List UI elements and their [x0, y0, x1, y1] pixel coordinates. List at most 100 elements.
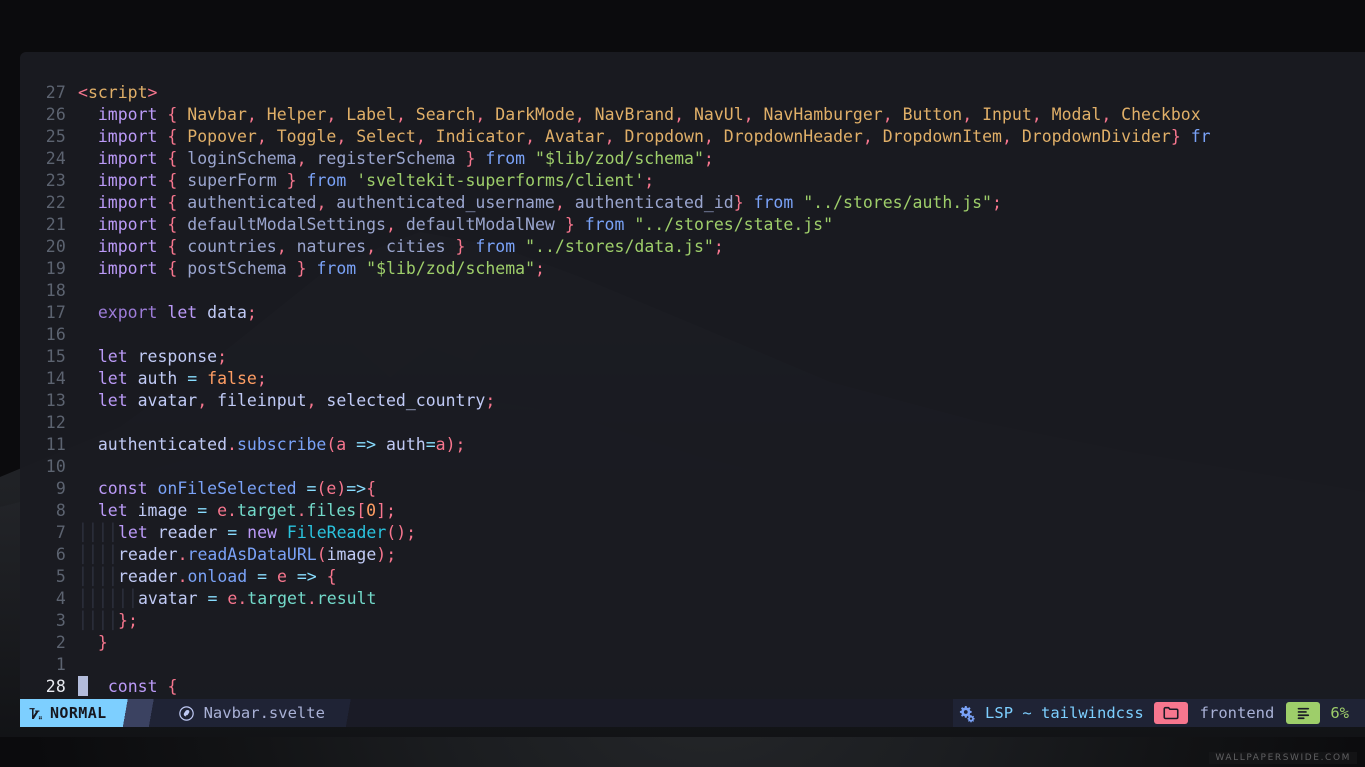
- code-token: }: [465, 149, 476, 168]
- code-line[interactable]: 4 ││││││avatar = e.target.result: [20, 588, 1365, 610]
- code-line[interactable]: 26 import { Navbar, Helper, Label, Searc…: [20, 104, 1365, 126]
- code-content: import { Popover, Toggle, Select, Indica…: [78, 126, 1365, 148]
- current-code-line[interactable]: 28 const {: [20, 676, 1365, 698]
- code-token: ,: [604, 127, 615, 146]
- indent-guide: │: [78, 611, 88, 630]
- code-line[interactable]: 22 import { authenticated, authenticated…: [20, 192, 1365, 214]
- indent-guide: │: [98, 545, 108, 564]
- code-token: =: [306, 479, 317, 498]
- code-line[interactable]: 24 import { loginSchema, registerSchema …: [20, 148, 1365, 170]
- code-token: Label: [336, 105, 396, 124]
- indent-guide: │: [98, 523, 108, 542]
- code-token: import: [97, 215, 158, 234]
- code-token: NavBrand: [584, 105, 675, 124]
- line-number: 9: [55, 479, 66, 498]
- code-line[interactable]: 5 ││││reader.onload = e => {: [20, 566, 1365, 588]
- code-line[interactable]: 13 let avatar, fileinput, selected_count…: [20, 390, 1365, 412]
- code-token: >: [147, 83, 158, 102]
- code-line[interactable]: 8 let image = e.target.files[0];: [20, 500, 1365, 522]
- gears-icon: [957, 704, 976, 723]
- code-line[interactable]: 21 import { defaultModalSettings, defaul…: [20, 214, 1365, 236]
- indent-guide: │: [108, 589, 118, 608]
- code-line[interactable]: 14 let auth = false;: [20, 368, 1365, 390]
- code-token: Toggle: [266, 127, 337, 146]
- code-content: let image = e.target.files[0];: [78, 500, 1365, 522]
- code-line[interactable]: 17 export let data;: [20, 302, 1365, 324]
- line-number: 1: [55, 655, 66, 674]
- mode-indicator: NORMAL: [20, 699, 116, 727]
- code-token: ,: [395, 105, 406, 124]
- code-line[interactable]: 23 import { superForm } from 'sveltekit-…: [20, 170, 1365, 192]
- code-token: .: [177, 545, 188, 564]
- code-line[interactable]: 27 <script>: [20, 82, 1365, 104]
- code-line[interactable]: 19 import { postSchema } from "$lib/zod/…: [20, 258, 1365, 280]
- code-token: readAsDataURL: [187, 545, 317, 564]
- indent-guide: │: [78, 567, 88, 586]
- indent-guide: │: [108, 611, 118, 630]
- code-token: ;: [246, 303, 257, 322]
- code-token: (: [316, 479, 327, 498]
- code-token: ,: [306, 391, 317, 410]
- file-block: Navbar.svelte: [167, 699, 339, 727]
- code-token: ,: [1031, 105, 1042, 124]
- code-line[interactable]: 2 }: [20, 632, 1365, 654]
- code-token: ;: [485, 391, 496, 410]
- code-token: let: [97, 501, 128, 520]
- code-token: }: [564, 215, 575, 234]
- code-line[interactable]: 20 import { countries, natures, cities }…: [20, 236, 1365, 258]
- line-number: 6: [55, 545, 66, 564]
- code-token: response: [127, 347, 218, 366]
- code-token: ,: [326, 105, 337, 124]
- code-token: ,: [336, 127, 347, 146]
- code-line[interactable]: 7 ││││let reader = new FileReader();: [20, 522, 1365, 544]
- code-line[interactable]: 11 authenticated.subscribe(a => auth=a);: [20, 434, 1365, 456]
- code-line[interactable]: 1: [20, 654, 1365, 676]
- code-token: registerSchema: [306, 149, 456, 168]
- code-token: ,: [385, 215, 396, 234]
- code-line[interactable]: 16: [20, 324, 1365, 346]
- editor-buffer[interactable]: 27 <script> 26 import { Navbar, Helper, La…: [20, 52, 1365, 699]
- line-number: 13: [45, 391, 66, 410]
- line-number: 8: [55, 501, 66, 520]
- code-token: export: [97, 303, 158, 322]
- code-line[interactable]: 18: [20, 280, 1365, 302]
- code-token: subscribe: [236, 435, 327, 454]
- code-token: ,: [703, 127, 714, 146]
- code-line[interactable]: 25 import { Popover, Toggle, Select, Ind…: [20, 126, 1365, 148]
- code-token: Select: [346, 127, 416, 146]
- line-number: 27: [45, 83, 66, 102]
- code-line[interactable]: 6 ││││reader.readAsDataURL(image);: [20, 544, 1365, 566]
- code-token: reader: [118, 545, 178, 564]
- code-token: {: [167, 171, 178, 190]
- code-token: defaultModalNew: [395, 215, 555, 234]
- code-token: ,: [296, 149, 307, 168]
- code-content: import { countries, natures, cities } fr…: [78, 236, 1365, 258]
- lsp-block[interactable]: LSP ~ tailwindcss: [953, 699, 1154, 727]
- code-token: (: [326, 435, 337, 454]
- statusline-spacer: [364, 699, 954, 727]
- indent-guide: │: [78, 545, 88, 564]
- code-token: ;: [386, 501, 396, 520]
- code-token: DropdownDivider: [1011, 127, 1171, 146]
- code-content: [78, 280, 1365, 302]
- code-token: }: [97, 633, 108, 652]
- code-token: ;: [217, 347, 228, 366]
- code-token: "$lib/zod/schema": [535, 149, 704, 168]
- code-line[interactable]: 15 let response;: [20, 346, 1365, 368]
- code-token: =: [425, 435, 436, 454]
- code-line[interactable]: 10: [20, 456, 1365, 478]
- code-line[interactable]: 12: [20, 412, 1365, 434]
- statusline: NORMAL Navbar.svelte LSP ~ tailwindcss f…: [20, 699, 1365, 727]
- code-line[interactable]: 9 const onFileSelected =(e)=>{: [20, 478, 1365, 500]
- code-line[interactable]: 3 ││││};: [20, 610, 1365, 632]
- scroll-percent: 6%: [1320, 699, 1365, 727]
